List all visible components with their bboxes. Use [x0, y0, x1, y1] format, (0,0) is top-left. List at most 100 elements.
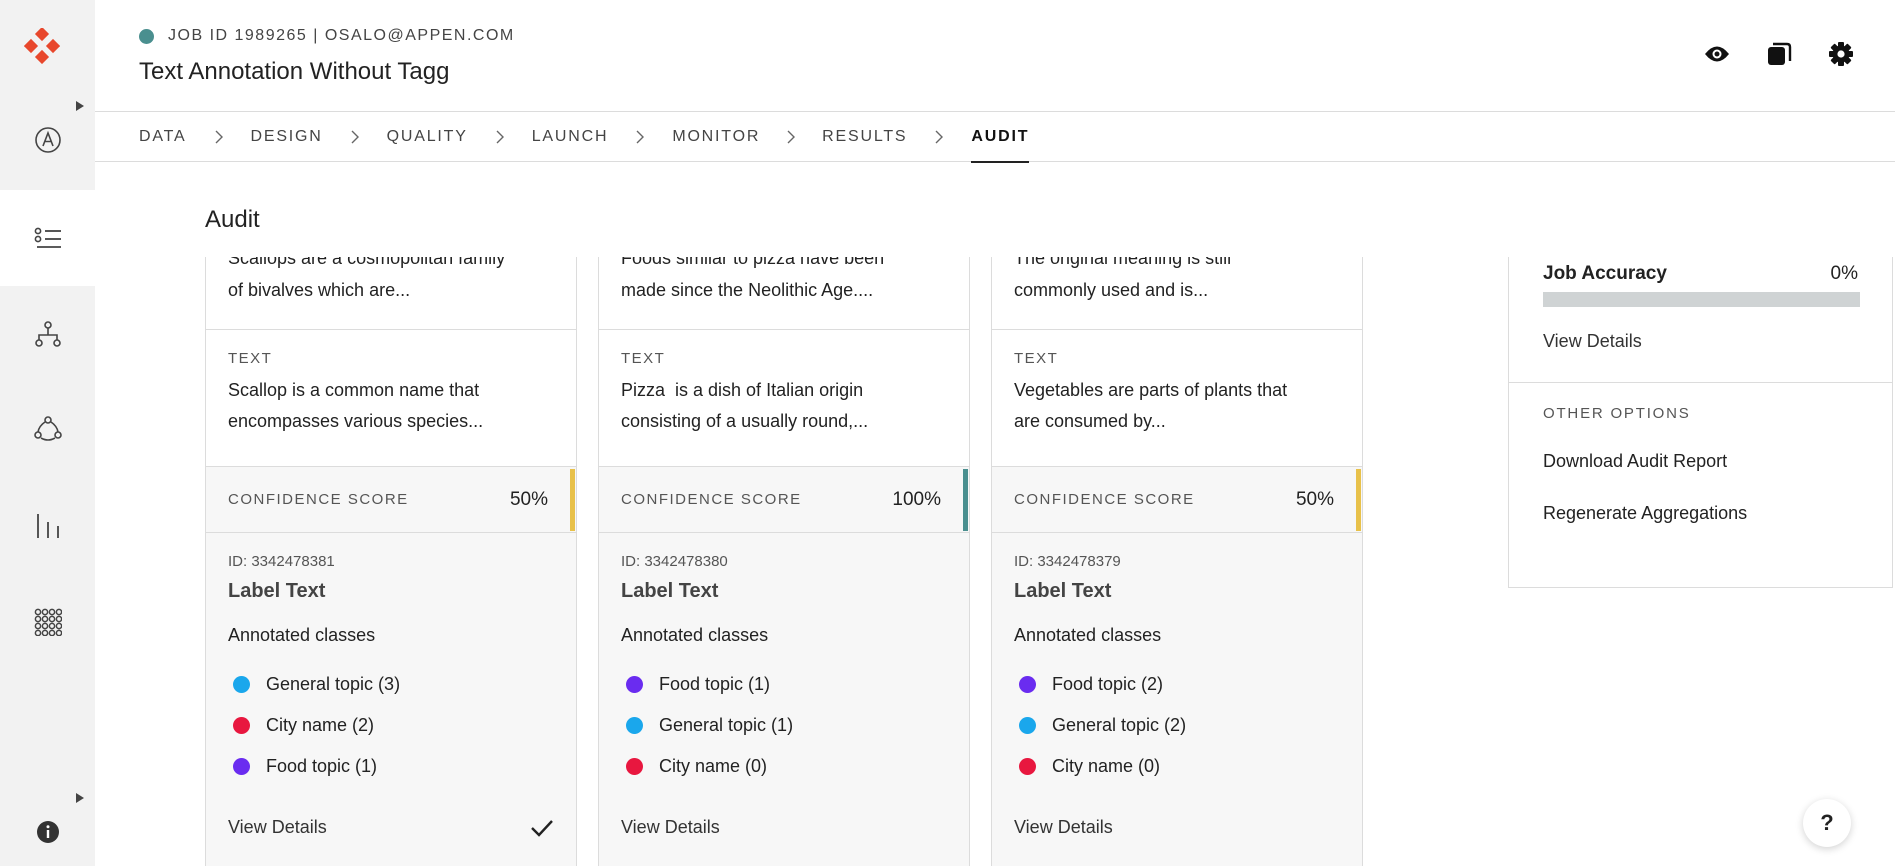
- tab-monitor[interactable]: MONITOR: [672, 113, 760, 162]
- job-meta: JOB ID 1989265 | OSALO@APPEN.COM: [139, 27, 515, 45]
- summary-line: The original meaning is still: [1014, 257, 1232, 268]
- text-line: encompasses various species...: [228, 411, 484, 431]
- divider: [1509, 382, 1892, 383]
- tab-audit[interactable]: AUDIT: [971, 113, 1030, 163]
- info-icon: [36, 821, 59, 843]
- tab-results[interactable]: RESULTS: [822, 113, 907, 162]
- chevron-right-icon: [187, 113, 251, 162]
- class-color-dot: [233, 717, 250, 734]
- class-name: General topic (3): [266, 674, 401, 694]
- class-name: General topic (2): [1052, 715, 1187, 735]
- confidence-value: 100%: [892, 488, 941, 510]
- chevron-right-icon: [608, 113, 672, 162]
- job-status-dot: [139, 28, 154, 44]
- tab-data[interactable]: DATA: [139, 113, 187, 162]
- summary-line: commonly used and is...: [1014, 280, 1209, 300]
- job-accuracy-panel: Job Accuracy 0% View Details OTHER OPTIO…: [1508, 257, 1893, 588]
- class-name: Food topic (1): [266, 756, 378, 776]
- bar-chart-icon: [36, 514, 59, 538]
- checkmark-icon[interactable]: [530, 819, 554, 837]
- list-item: City name (2): [228, 705, 554, 746]
- job-id-email: JOB ID 1989265 | OSALO@APPEN.COM: [168, 27, 515, 44]
- copy-job-icon[interactable]: [1765, 40, 1793, 68]
- confidence-indicator-bar: [570, 469, 575, 531]
- list-item: Food topic (1): [621, 664, 947, 705]
- list-item: City name (0): [621, 746, 947, 787]
- unit-id: ID: 3342478380: [621, 553, 728, 570]
- sidebar-item-workflows[interactable]: [0, 286, 95, 382]
- class-color-dot: [233, 676, 250, 693]
- text-line: Vegetables are parts of plants that: [1014, 380, 1288, 400]
- text-line: Pizza is a dish of Italian origin: [621, 380, 864, 400]
- settings-gear-icon[interactable]: [1827, 40, 1855, 68]
- hierarchy-icon: [34, 321, 61, 347]
- summary-line: Foods similar to pizza have been: [621, 257, 885, 268]
- summary-line: of bivalves which are...: [228, 280, 411, 300]
- page-title: Audit: [205, 206, 260, 233]
- job-title: Text Annotation Without Tagg: [139, 58, 450, 85]
- class-name: City name (0): [659, 756, 768, 776]
- account-circle-icon: [34, 127, 61, 153]
- job-accuracy-progress-bar: [1543, 292, 1860, 307]
- list-item: General topic (3): [228, 664, 554, 705]
- text-field-label: TEXT: [621, 350, 666, 367]
- list-item: Food topic (1): [228, 746, 554, 787]
- view-details-link[interactable]: View Details: [228, 817, 327, 838]
- text-line: are consumed by...: [1014, 411, 1166, 431]
- class-color-dot: [1019, 758, 1036, 775]
- audit-card: Scallops are a cosmopolitan family of bi…: [205, 257, 577, 866]
- class-name: Food topic (2): [1052, 674, 1164, 694]
- confidence-value: 50%: [1295, 488, 1334, 510]
- class-color-dot: [1019, 676, 1036, 693]
- unit-id: ID: 3342478379: [1014, 553, 1121, 570]
- tab-quality[interactable]: QUALITY: [387, 113, 468, 162]
- class-name: Food topic (1): [659, 674, 771, 694]
- view-details-link[interactable]: View Details: [1014, 817, 1113, 838]
- question-label: Label Text: [1014, 580, 1112, 602]
- sidebar-item-apps[interactable]: [0, 574, 95, 670]
- audit-card: Foods similar to pizza have been made si…: [598, 257, 970, 866]
- appen-logo-icon[interactable]: [23, 26, 61, 65]
- confidence-label: CONFIDENCE SCORE: [621, 491, 802, 508]
- sidebar: [0, 0, 95, 866]
- view-details-link[interactable]: View Details: [621, 817, 720, 838]
- chevron-right-icon: [907, 113, 971, 162]
- confidence-label: CONFIDENCE SCORE: [228, 491, 409, 508]
- other-options-heading: OTHER OPTIONS: [1543, 405, 1691, 422]
- sidebar-item-models[interactable]: [0, 381, 95, 477]
- job-header: JOB ID 1989265 | OSALO@APPEN.COM Text An…: [95, 0, 1895, 112]
- audit-content[interactable]: Scallops are a cosmopolitan family of bi…: [95, 257, 1895, 866]
- class-color-dot: [626, 676, 643, 693]
- tab-design[interactable]: DESIGN: [251, 113, 323, 162]
- question-label: Label Text: [228, 580, 326, 602]
- view-details-link[interactable]: View Details: [1543, 331, 1642, 352]
- class-color-dot: [233, 758, 250, 775]
- chevron-right-icon: [468, 113, 532, 162]
- sidebar-item-reports[interactable]: [0, 478, 95, 574]
- regenerate-aggregations-link[interactable]: Regenerate Aggregations: [1543, 503, 1747, 524]
- list-item: Food topic (2): [1014, 664, 1340, 705]
- question-label: Label Text: [621, 580, 719, 602]
- tab-launch[interactable]: LAUNCH: [532, 113, 609, 162]
- text-line: Scallop is a common name that: [228, 380, 480, 400]
- help-button[interactable]: ?: [1803, 799, 1851, 847]
- sidebar-item-jobs[interactable]: [0, 190, 95, 286]
- annotated-classes-heading: Annotated classes: [1014, 625, 1162, 645]
- sidebar-item-info[interactable]: [0, 784, 95, 866]
- class-name: City name (0): [1052, 756, 1161, 776]
- grid-icon: [34, 608, 62, 636]
- confidence-value: 50%: [509, 488, 548, 510]
- class-color-dot: [1019, 717, 1036, 734]
- sidebar-item-account[interactable]: [0, 92, 95, 188]
- class-name: City name (2): [266, 715, 375, 735]
- confidence-label: CONFIDENCE SCORE: [1014, 491, 1195, 508]
- summary-line: Scallops are a cosmopolitan family: [228, 257, 506, 268]
- audit-card: The original meaning is still commonly u…: [991, 257, 1363, 866]
- download-audit-report-link[interactable]: Download Audit Report: [1543, 451, 1727, 472]
- preview-eye-icon[interactable]: [1703, 40, 1731, 68]
- summary-line: made since the Neolithic Age....: [621, 280, 874, 300]
- confidence-indicator-bar: [1356, 469, 1361, 531]
- confidence-score-row: CONFIDENCE SCORE 100%: [599, 467, 969, 533]
- text-field-label: TEXT: [1014, 350, 1059, 367]
- chevron-right-icon: [760, 113, 822, 162]
